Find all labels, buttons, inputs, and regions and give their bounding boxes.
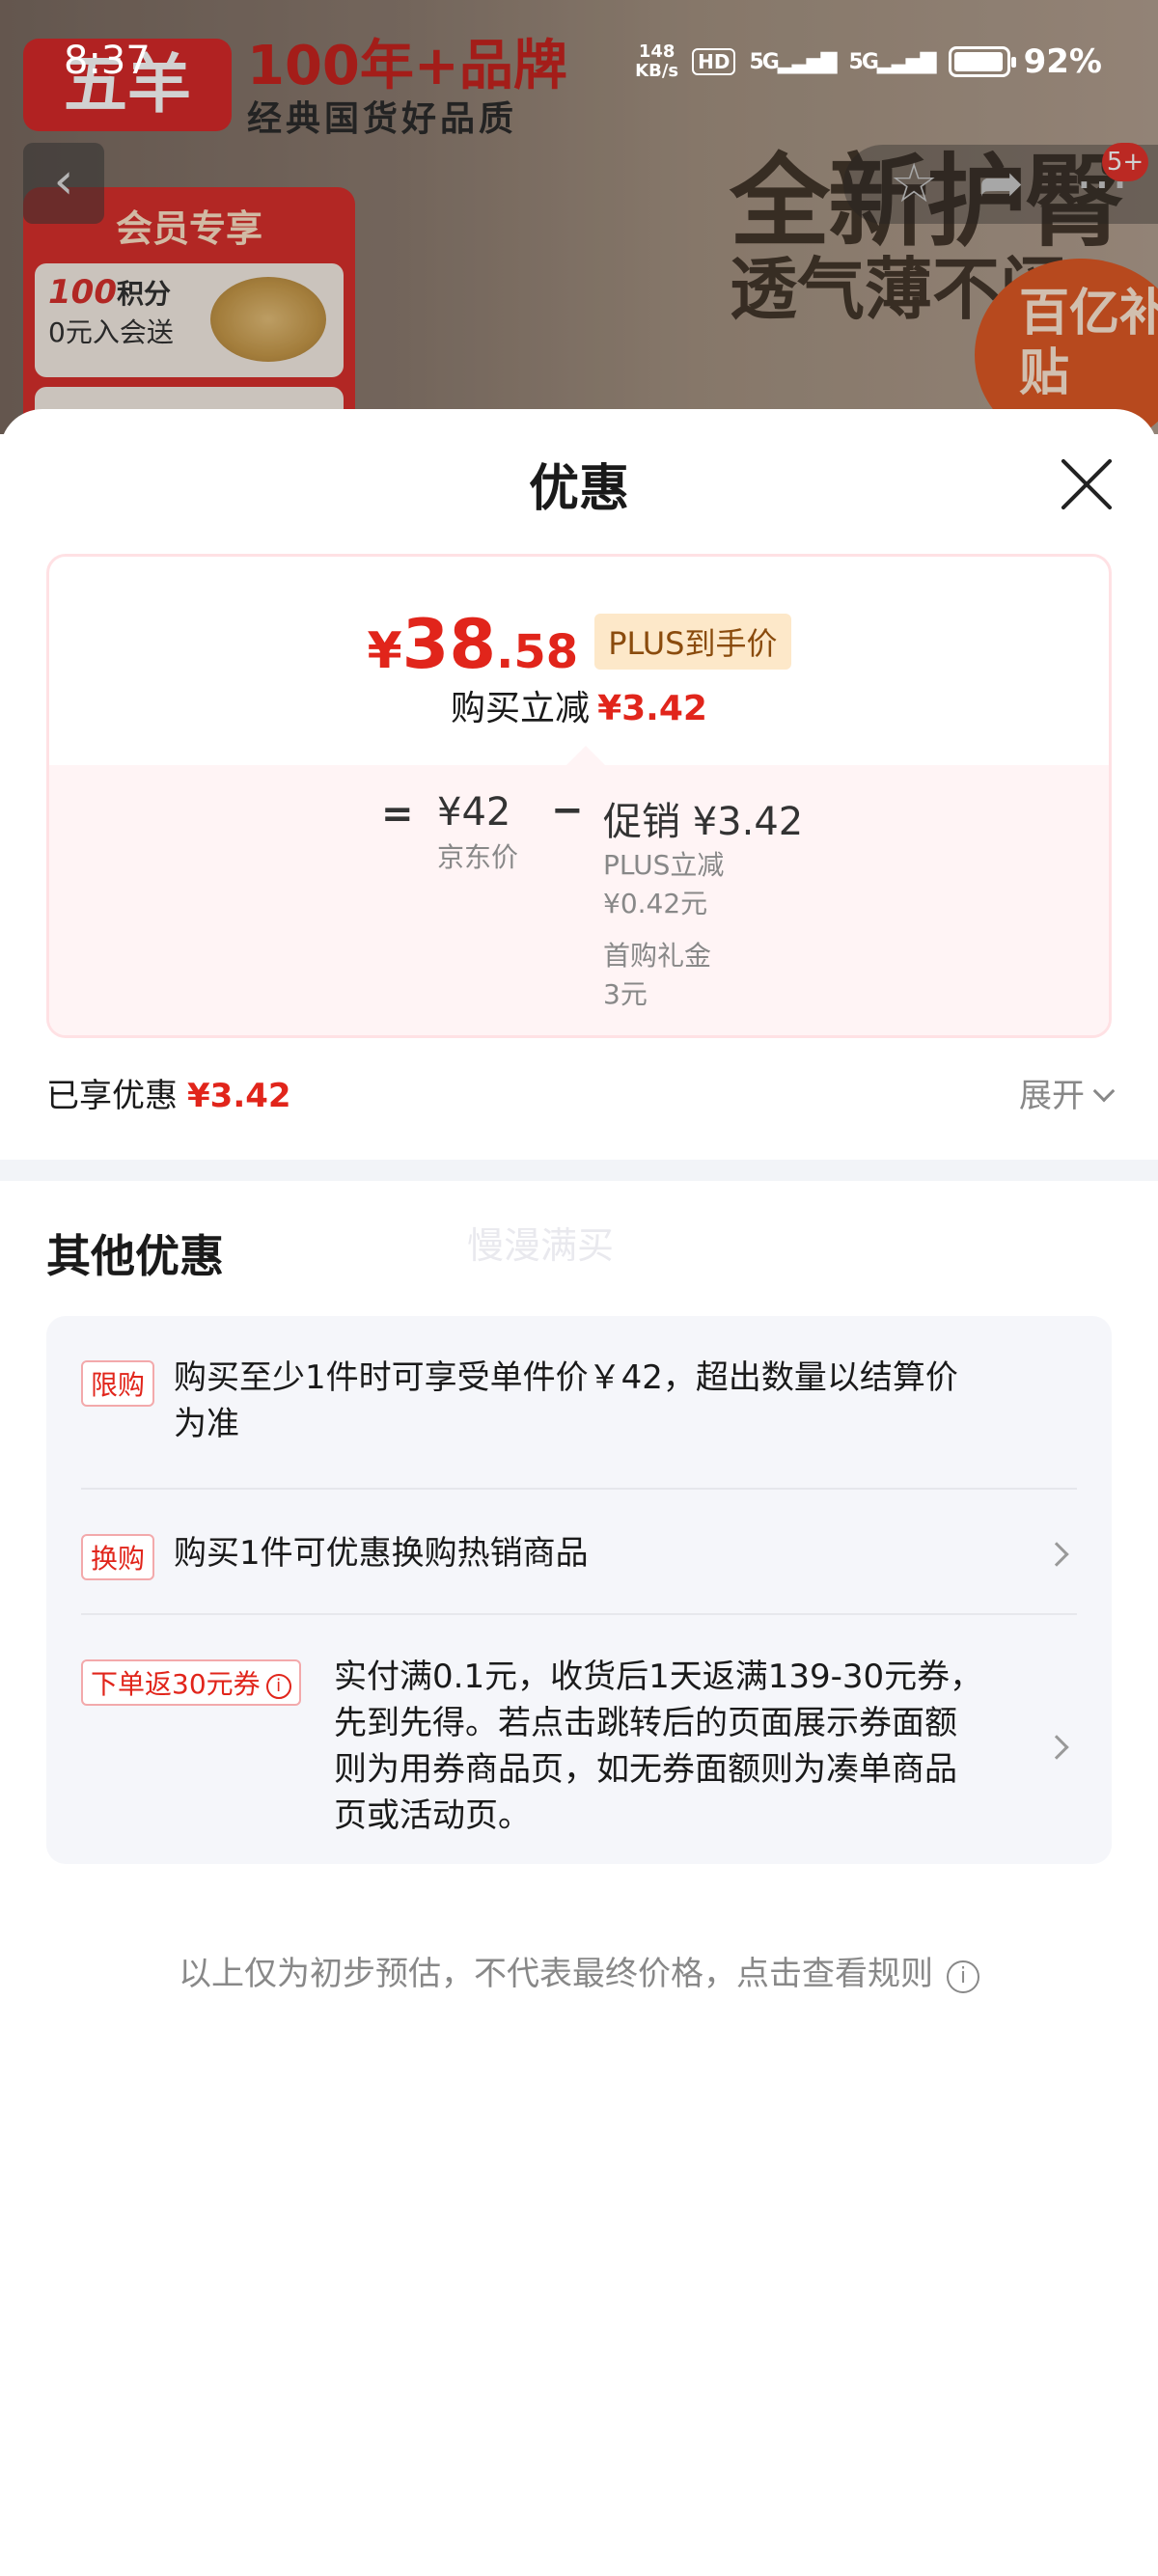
promo-block: 促销 ¥3.42 PLUS立减 ¥0.42元 首购礼金 3元: [603, 790, 912, 1014]
offer-coupon-line4: 页或活动页。: [334, 1796, 531, 1835]
final-price: ¥38.58 PLUS到手价: [49, 605, 1109, 684]
minus-sign: −: [551, 788, 584, 833]
reduce-label: 购买立减: [451, 689, 591, 728]
other-offers-list: 限购 购买至少1件时可享受单件价￥42，超出数量以结算价 为准 换购 购买1件可…: [46, 1316, 1112, 1864]
price-card: ¥38.58 PLUS到手价 购买立减 ¥3.42 = ¥42 京东价 − 促销 …: [46, 554, 1112, 1038]
price-breakdown: = ¥42 京东价 − 促销 ¥3.42 PLUS立减 ¥0.42元 首购礼金 …: [49, 765, 1109, 1035]
reduce-value: ¥3.42: [597, 689, 707, 728]
breakdown-arrow: [566, 746, 605, 765]
footnote-text: 以上仅为初步预估，不代表最终价格，点击查看规则: [179, 1955, 933, 1993]
expand-button[interactable]: 展开: [1019, 1069, 1116, 1116]
enjoyed-value: ¥3.42: [187, 1077, 291, 1115]
offer-divider: [81, 1613, 1077, 1615]
status-time: 8:37: [64, 39, 151, 83]
offer-coupon-return[interactable]: 下单返30元券 i 实付满0.1元，收货后1天返满139-30元券， 先到先得。若…: [81, 1654, 1077, 1847]
offer-limit-line1: 购买至少1件时可享受单件价￥42，超出数量以结算价: [174, 1358, 958, 1397]
enjoyed-label: 已享优惠: [46, 1077, 178, 1115]
status-bar: 8:37 148 KB/s HD 5G▂▃▅▇ 5G▂▃▅▇ 92%: [0, 0, 1158, 122]
chevron-down-icon: [1092, 1080, 1116, 1103]
signal-icon-2: 5G▂▃▅▇: [848, 49, 937, 74]
chevron-right-icon: [1044, 1542, 1069, 1567]
sheet-title: 优惠: [528, 460, 629, 518]
signal-icon-1: 5G▂▃▅▇: [749, 49, 837, 74]
offer-coupon-line1: 实付满0.1元，收货后1天返满139-30元券，: [334, 1658, 983, 1696]
speed-unit: KB/s: [635, 61, 679, 81]
instant-reduction: 购买立减 ¥3.42: [49, 680, 1109, 730]
promo-value: 促销 ¥3.42: [603, 800, 804, 844]
enjoyed-discount: 已享优惠 ¥3.42: [46, 1069, 291, 1116]
info-icon: i: [947, 1960, 979, 1993]
expand-label: 展开: [1019, 1077, 1085, 1115]
jd-price-block: ¥42 京东价: [437, 790, 518, 875]
network-speed: 148 KB/s: [635, 42, 678, 81]
offer-exchange-text: 购买1件可优惠换购热销商品: [174, 1534, 589, 1573]
jd-price-value: ¥42: [437, 790, 511, 835]
price-rules-footnote[interactable]: 以上仅为初步预估，不代表最终价格，点击查看规则 i: [0, 1947, 1158, 1994]
discount-sheet: 优惠 ¥38.58 PLUS到手价 购买立减 ¥3.42 = ¥42 京东价 − …: [0, 409, 1158, 2576]
speed-value: 148: [638, 41, 676, 62]
battery-icon: [948, 46, 1016, 77]
offer-coupon-line2: 先到先得。若点击跳转后的页面展示券面额: [334, 1704, 957, 1742]
price-currency: ¥: [367, 622, 402, 680]
offer-tag-exchange: 换购: [81, 1534, 155, 1580]
offer-exchange[interactable]: 换购 购买1件可优惠换购热销商品: [81, 1530, 1077, 1580]
other-offers-title: 其他优惠: [46, 1230, 224, 1282]
plus-reduce-value: ¥0.42元: [603, 888, 708, 919]
offer-coupon-text: 实付满0.1元，收货后1天返满139-30元券， 先到先得。若点击跳转后的页面展…: [334, 1654, 1029, 1839]
offer-limit-line2: 为准: [174, 1405, 239, 1443]
hd-icon: HD: [692, 48, 736, 75]
info-icon[interactable]: i: [265, 1674, 291, 1699]
section-divider: [0, 1160, 1158, 1181]
first-gift-value: 3元: [603, 978, 648, 1010]
offer-limit: 限购 购买至少1件时可享受单件价￥42，超出数量以结算价 为准: [81, 1355, 1077, 1461]
offer-limit-text: 购买至少1件时可享受单件价￥42，超出数量以结算价 为准: [174, 1355, 1042, 1447]
plus-reduce-label: PLUS立减: [603, 849, 725, 881]
offer-divider: [81, 1488, 1077, 1490]
offer-tag-limit: 限购: [81, 1360, 155, 1407]
offer-coupon-line3: 则为用券商品页，如无券面额则为凑单商品: [334, 1750, 957, 1789]
plus-price-tag: PLUS到手价: [594, 614, 791, 670]
equals-sign: =: [381, 792, 414, 836]
offer-tag-coupon: 下单返30元券 i: [81, 1659, 301, 1706]
network-label-1: 5G: [749, 49, 779, 74]
battery-level: 92%: [1023, 42, 1102, 81]
jd-price-label: 京东价: [437, 841, 519, 873]
first-gift-label: 首购礼金: [603, 940, 712, 972]
watermark-text: 慢漫满买: [467, 1224, 615, 1267]
chevron-right-icon: [1044, 1735, 1069, 1760]
price-decimal: .58: [496, 625, 579, 679]
network-label-2: 5G: [848, 49, 879, 74]
price-integer: 38: [401, 605, 497, 684]
product-background: 五羊 100年+品牌 经典国货好品质 会员专享 100积分 0元入会送 全新护臀…: [0, 0, 1158, 434]
offer-tag-coupon-label: 下单返30元券: [91, 1668, 261, 1700]
close-icon[interactable]: [1058, 455, 1116, 513]
